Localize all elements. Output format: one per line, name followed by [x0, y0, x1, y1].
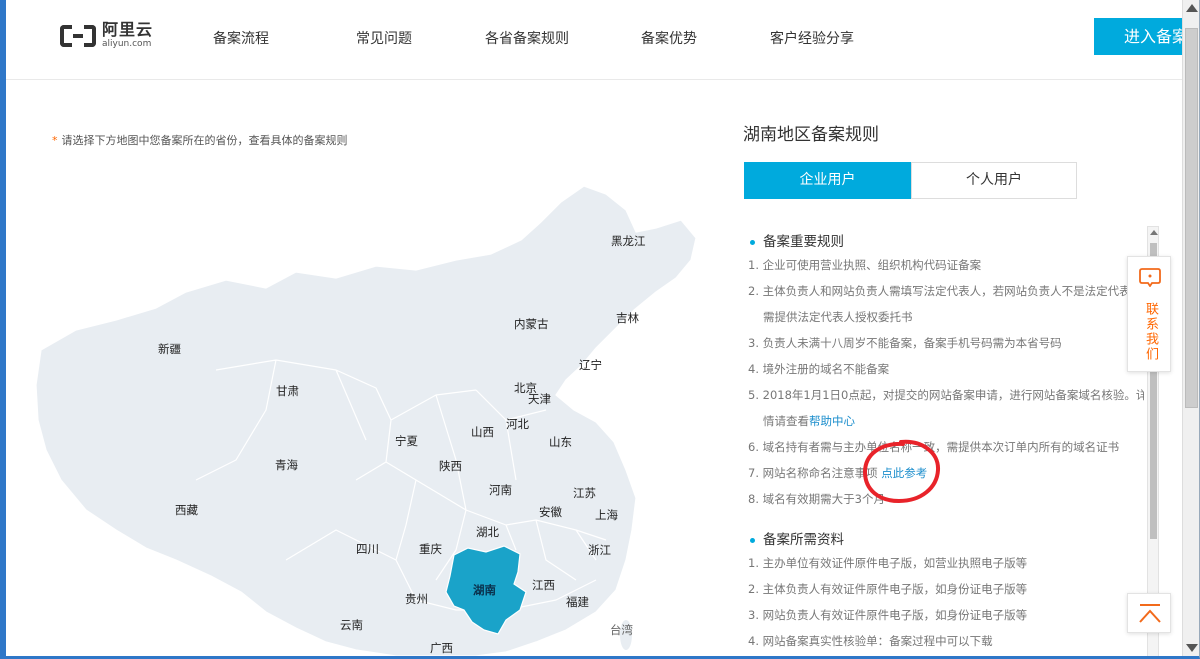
prov-anhui[interactable]: 安徽 — [539, 504, 562, 520]
back-to-top-icon — [1139, 604, 1161, 623]
china-province-map[interactable]: 黑龙江 吉林 内蒙古 新疆 辽宁 北京 天津 甘肃 河北 山西 宁夏 山东 青海… — [35, 180, 706, 656]
prov-shanghai[interactable]: 上海 — [595, 507, 618, 523]
required-star: * — [52, 134, 58, 147]
china-landmass — [35, 185, 697, 656]
prov-fujian[interactable]: 福建 — [566, 594, 589, 610]
prov-qinghai[interactable]: 青海 — [275, 457, 298, 473]
rule-1: 1. 企业可使用营业执照、组织机构代码证备案 — [748, 258, 982, 272]
material-4: 4. 网站备案真实性核验单：备案过程中可以下载 — [748, 634, 993, 648]
prov-liaoning[interactable]: 辽宁 — [579, 357, 602, 373]
rule-5: 5. 2018年1月1日0点起，对提交的网站备案申请，进行网站备案域名核验。详 — [748, 388, 1144, 402]
map-hint-text: 请选择下方地图中您备案所在的省份，查看具体的备案规则 — [61, 134, 348, 147]
prov-neimenggu[interactable]: 内蒙古 — [514, 316, 549, 332]
rules-content: 备案重要规则 1. 企业可使用营业执照、组织机构代码证备案 2. 主体负责人和网… — [744, 222, 1144, 656]
prov-chongqing[interactable]: 重庆 — [419, 541, 442, 557]
section-important-rules: 备案重要规则 — [750, 230, 844, 250]
rule-5-cont: 情请查看帮助中心 — [763, 413, 855, 429]
prov-jilin[interactable]: 吉林 — [616, 310, 639, 326]
rule-3: 3. 负责人未满十八周岁不能备案，备案手机号码需为本省号码 — [748, 336, 1062, 350]
browser-window: 阿里云 aliyun.com 备案流程 常见问题 各省备案规则 备案优势 客户经… — [0, 0, 1200, 659]
prov-hubei[interactable]: 湖北 — [476, 524, 499, 540]
nav-customer-stories[interactable]: 客户经验分享 — [770, 28, 854, 48]
chat-box-icon — [1139, 268, 1161, 287]
rules-title: 湖南地区备案规则 — [743, 125, 879, 145]
prov-heilongjiang[interactable]: 黑龙江 — [611, 233, 646, 249]
section-required-materials: 备案所需资料 — [750, 528, 844, 548]
scroll-up-arrow-icon[interactable] — [1150, 230, 1158, 235]
prov-xizang[interactable]: 西藏 — [175, 502, 198, 518]
tab-personal-user[interactable]: 个人用户 — [911, 162, 1077, 199]
material-1: 1. 主办单位有效证件原件电子版，如营业执照电子版等 — [748, 556, 1028, 570]
red-circle-annotation — [862, 439, 940, 504]
rule-2-cont: 需提供法定代表人授权委托书 — [763, 310, 913, 324]
nav-province-rules[interactable]: 各省备案规则 — [485, 28, 569, 48]
contact-us-float[interactable]: 联系我们 — [1127, 256, 1171, 372]
prov-guizhou[interactable]: 贵州 — [405, 591, 428, 607]
rule-4: 4. 境外注册的域名不能备案 — [748, 362, 890, 376]
rule-2: 2. 主体负责人和网站负责人需填写法定代表人，若网站负责人不是法定代表人 — [748, 284, 1143, 298]
back-to-top-button[interactable] — [1127, 593, 1171, 633]
prov-hebei[interactable]: 河北 — [506, 416, 529, 432]
contact-us-label: 联系我们 — [1143, 302, 1158, 362]
prov-sichuan[interactable]: 四川 — [356, 541, 379, 557]
material-2: 2. 主体负责人有效证件原件电子版，如身份证电子版等 — [748, 582, 1028, 596]
page-scrollbar[interactable] — [1182, 0, 1199, 656]
logo-cn-text: 阿里云 — [102, 20, 154, 39]
prov-shandong[interactable]: 山东 — [549, 434, 572, 450]
logo-en-text: aliyun.com — [102, 39, 152, 49]
prov-zhejiang[interactable]: 浙江 — [588, 542, 611, 558]
nav-faq[interactable]: 常见问题 — [356, 28, 412, 48]
map-hint: * 请选择下方地图中您备案所在的省份，查看具体的备案规则 — [52, 132, 348, 148]
aliyun-logo-icon — [60, 24, 96, 47]
prov-shaanxi[interactable]: 陕西 — [439, 458, 462, 474]
map-svg — [35, 185, 697, 656]
prov-gansu[interactable]: 甘肃 — [276, 383, 299, 399]
prov-xinjiang[interactable]: 新疆 — [158, 341, 181, 357]
prov-yunnan[interactable]: 云南 — [340, 617, 363, 633]
site-header: 阿里云 aliyun.com 备案流程 常见问题 各省备案规则 备案优势 客户经… — [6, 0, 1194, 80]
help-center-link[interactable]: 帮助中心 — [809, 414, 855, 428]
prov-hunan[interactable]: 湖南 — [473, 582, 496, 598]
material-3: 3. 网站负责人有效证件原件电子版，如身份证电子版等 — [748, 608, 1028, 622]
prov-tianjin[interactable]: 天津 — [528, 391, 551, 407]
prov-taiwan[interactable]: 台湾 — [610, 622, 633, 638]
rule-7-prefix: 7. 网站名称命名注意事项 — [748, 466, 878, 480]
rule-5-prefix: 情请查看 — [763, 414, 809, 428]
page-scroll-down-icon[interactable] — [1186, 644, 1198, 652]
prov-jiangsu[interactable]: 江苏 — [573, 485, 596, 501]
tab-enterprise-user[interactable]: 企业用户 — [744, 162, 911, 199]
prov-jiangxi[interactable]: 江西 — [532, 577, 555, 593]
aliyun-logo[interactable]: 阿里云 aliyun.com — [60, 22, 153, 49]
nav-advantages[interactable]: 备案优势 — [641, 28, 697, 48]
prov-shanxi[interactable]: 山西 — [471, 424, 494, 440]
page-scroll-thumb[interactable] — [1185, 28, 1198, 408]
page-scroll-up-icon[interactable] — [1186, 4, 1198, 12]
prov-ningxia[interactable]: 宁夏 — [395, 433, 418, 449]
prov-henan[interactable]: 河南 — [489, 482, 512, 498]
nav-filing-process[interactable]: 备案流程 — [213, 28, 269, 48]
enter-filing-button[interactable]: 进入备案 — [1094, 18, 1194, 55]
prov-guangxi[interactable]: 广西 — [430, 640, 453, 656]
